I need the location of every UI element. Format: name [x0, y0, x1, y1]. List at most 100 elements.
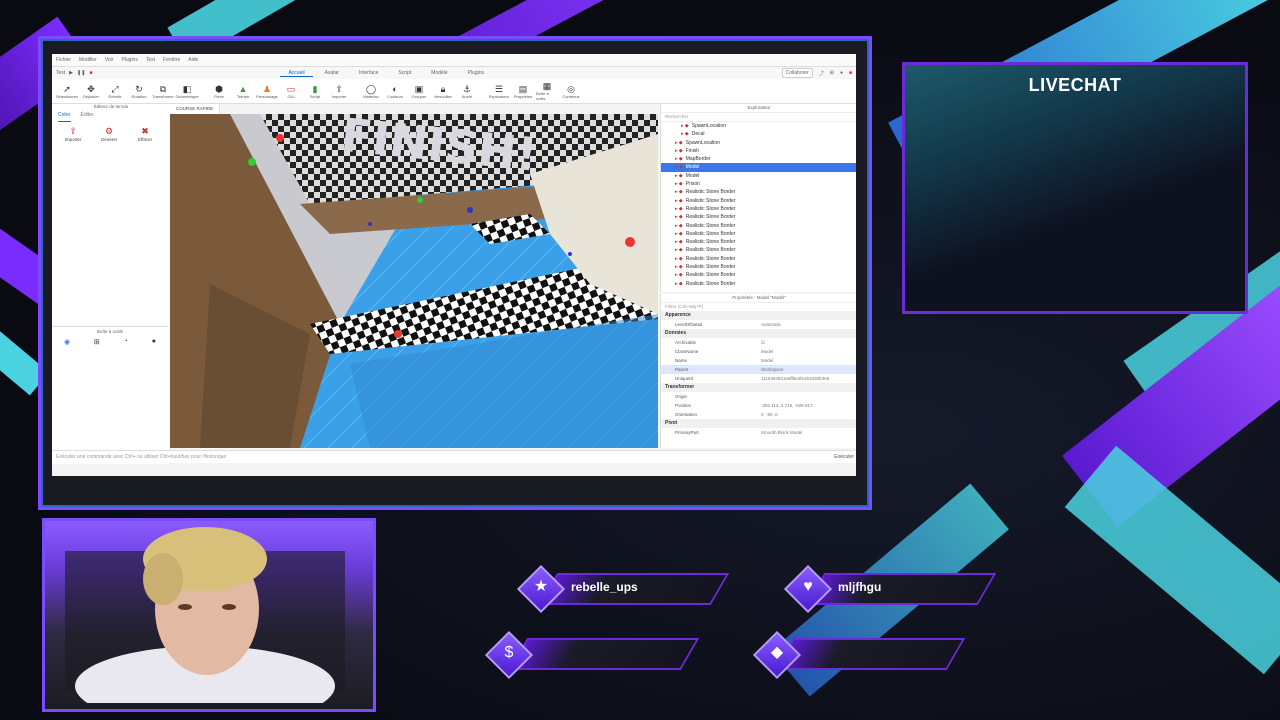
geometric-tool[interactable]: ◧ Géométrique: [175, 84, 198, 99]
explorer-item[interactable]: ▸ ◆ Prison: [661, 180, 856, 188]
3d-viewport[interactable]: FINISH!: [170, 114, 658, 448]
property-section[interactable]: Données: [661, 329, 856, 338]
explorer-item[interactable]: ▸ ◆ Decal: [661, 130, 856, 138]
property-row[interactable]: Origin: [661, 392, 856, 401]
property-row[interactable]: Archivable ☑: [661, 338, 856, 347]
tab-home[interactable]: Accueil: [280, 70, 313, 77]
grid-icon[interactable]: ⊞: [94, 338, 100, 346]
rotate-tool[interactable]: ↻ Rotation: [128, 84, 150, 99]
collaborate-button[interactable]: Collaborer: [781, 68, 813, 78]
terrain-tool[interactable]: ▲ Terrain: [232, 84, 254, 99]
scale-tool[interactable]: ⤢ Échelle: [104, 84, 126, 99]
group-tool[interactable]: ▣ Grouper: [408, 84, 430, 99]
property-value[interactable]: ☑: [761, 338, 765, 347]
generate-terrain-button[interactable]: ⚙ Générer: [96, 126, 122, 142]
run-button[interactable]: Exécuter: [834, 451, 854, 463]
tab-edit[interactable]: Éditer: [81, 112, 94, 122]
lock-tool[interactable]: 🔒︎ Verrouiller: [432, 84, 454, 99]
explorer-item[interactable]: ▸ ◆ MapBorder: [661, 155, 856, 163]
properties-toggle[interactable]: ▤ Propriétés: [512, 84, 534, 99]
material-tool[interactable]: ◯ Matériau: [360, 84, 382, 99]
property-row[interactable]: PrimaryPart Smooth Block Model: [661, 428, 856, 437]
play-icon[interactable]: ▶: [69, 70, 73, 76]
script-tool[interactable]: ▮ Script: [304, 84, 326, 99]
tab-create[interactable]: Créer: [58, 112, 71, 122]
explorer-item[interactable]: ▸ ◆ Realistic Stone Border: [661, 213, 856, 221]
tab-avatar[interactable]: Avatar: [317, 70, 347, 76]
import-tool[interactable]: ⇪ Importer: [328, 84, 350, 99]
gui-tool[interactable]: ▭ GUI: [280, 84, 302, 99]
menu-item[interactable]: Aide: [188, 57, 198, 63]
explorer-item[interactable]: ▸ ◆ Realistic Stone Border: [661, 230, 856, 238]
explorer-item[interactable]: ▸ ◆ Finish: [661, 147, 856, 155]
stop-icon[interactable]: ■: [89, 70, 92, 76]
content-toggle[interactable]: ◎ Contenus: [560, 84, 582, 99]
quick-test-select[interactable]: Test: [56, 70, 65, 76]
transform-tool[interactable]: ⧉ Transformer: [152, 84, 174, 99]
grid-icon[interactable]: ⊞: [830, 70, 834, 76]
clock-icon[interactable]: ◔: [124, 338, 128, 346]
property-section[interactable]: Transformer: [661, 383, 856, 392]
explorer-item[interactable]: ▸ ◆ Realistic Stone Border: [661, 238, 856, 246]
property-value[interactable]: Model: [761, 356, 773, 365]
explorer-item[interactable]: ▸ ◆ Realistic Stone Border: [661, 222, 856, 230]
character-tool[interactable]: ♟ Personnage: [256, 84, 278, 99]
property-row[interactable]: ClassName Model: [661, 347, 856, 356]
property-row[interactable]: Parent Workspace: [661, 365, 856, 374]
property-row[interactable]: Position -282.114, 2.715, -626.917: [661, 401, 856, 410]
explorer-search[interactable]: Rechercher: [661, 113, 856, 122]
explorer-item[interactable]: ▸ ◆ Realistic Stone Border: [661, 197, 856, 205]
explorer-item[interactable]: ▸ ◆ Realistic Stone Border: [661, 205, 856, 213]
import-terrain-button[interactable]: ⇪ Importer: [60, 126, 86, 142]
property-value[interactable]: 0, -90, 0: [761, 410, 778, 419]
property-value[interactable]: 1116494931e6ff5e4fe1b1000b3e5: [761, 374, 829, 383]
explorer-item[interactable]: ▸ ◆ Realistic Stone Border: [661, 188, 856, 196]
menu-item[interactable]: Plugins: [121, 57, 137, 63]
tab-script[interactable]: Script: [390, 70, 419, 76]
property-row[interactable]: LevelOfDetail Automatic: [661, 320, 856, 329]
share-icon[interactable]: ⤴: [819, 70, 824, 77]
explorer-item[interactable]: ▸ ◆ SpawnLocation: [661, 122, 856, 130]
color-tool[interactable]: ◐ Couleurs: [384, 84, 406, 99]
property-section[interactable]: Apparence: [661, 311, 856, 320]
menu-item[interactable]: Fenêtre: [163, 57, 180, 63]
explorer-item[interactable]: ▸ ◆ Realistic Stone Border: [661, 246, 856, 254]
property-row[interactable]: Orientation 0, -90, 0: [661, 410, 856, 419]
move-tool[interactable]: ✥ Déplacer: [80, 84, 102, 99]
bell-icon[interactable]: ●: [840, 70, 843, 76]
menu-item[interactable]: Fichier: [56, 57, 71, 63]
property-row[interactable]: Name Model: [661, 356, 856, 365]
anchor-tool[interactable]: ⚓︎ Ancré: [456, 84, 478, 99]
explorer-item[interactable]: ▸ ◆ Realistic Stone Border: [661, 271, 856, 279]
menu-item[interactable]: Modifier: [79, 57, 97, 63]
avatar[interactable]: ■: [849, 70, 852, 76]
explorer-item[interactable]: ▸ ◆ Model: [661, 163, 856, 172]
explorer-item[interactable]: ▸ ◆ Realistic Stone Border: [661, 255, 856, 263]
explorer-item[interactable]: ▸ ◆ Model: [661, 172, 856, 180]
property-value[interactable]: Workspace: [761, 365, 783, 374]
explorer-item[interactable]: ▸ ◆ Realistic Stone Border: [661, 280, 856, 288]
property-value[interactable]: Model: [761, 347, 773, 356]
select-tool[interactable]: ➚ Sélectionner: [56, 84, 78, 99]
property-value[interactable]: Smooth Block Model: [761, 428, 802, 437]
part-tool[interactable]: ⬢ Pièce: [208, 84, 230, 99]
clear-terrain-button[interactable]: ✖ Effacer: [132, 126, 158, 142]
explorer-toggle[interactable]: ☰ Explorateur: [488, 84, 510, 99]
property-value[interactable]: Automatic: [761, 320, 781, 329]
property-row[interactable]: UniqueId 1116494931e6ff5e4fe1b1000b3e5: [661, 374, 856, 383]
tab-model[interactable]: Modèle: [423, 70, 455, 76]
viewport-tab[interactable]: COURSE RAPIDE: [170, 104, 221, 114]
tab-plugins[interactable]: Plugins: [460, 70, 492, 76]
pause-icon[interactable]: ❚❚: [77, 70, 85, 76]
pin-icon[interactable]: ●: [152, 338, 156, 346]
command-input[interactable]: Exécuter une commande avec Ctrl+ ou util…: [56, 454, 226, 460]
command-bar[interactable]: Exécuter une commande avec Ctrl+ ou util…: [52, 450, 856, 463]
properties-filter[interactable]: Filtrer (Ctrl+Maj+P): [661, 303, 856, 311]
explorer-item[interactable]: ▸ ◆ SpawnLocation: [661, 139, 856, 147]
menu-item[interactable]: Test: [146, 57, 155, 63]
inventory-icon[interactable]: ◉: [64, 338, 70, 346]
tab-interface[interactable]: Interface: [351, 70, 386, 76]
toolbox-toggle[interactable]: ▦ Boîte à outils: [536, 81, 558, 101]
property-section[interactable]: Pivot: [661, 419, 856, 428]
property-value[interactable]: -282.114, 2.715, -626.917: [761, 401, 812, 410]
